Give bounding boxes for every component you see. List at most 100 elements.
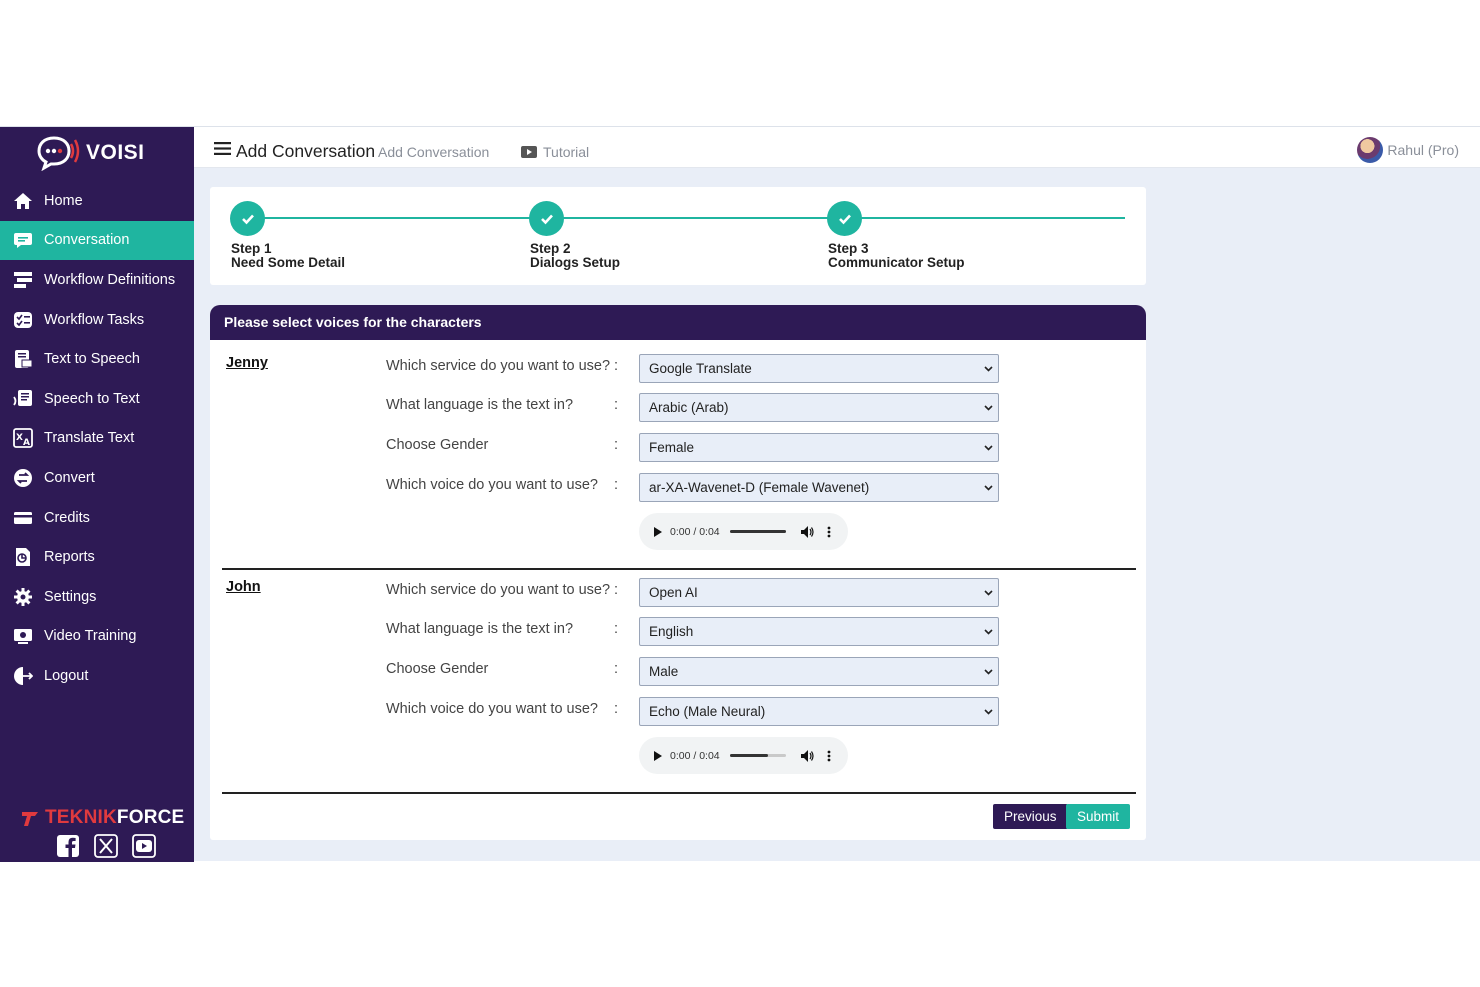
sidebar-item-label: Video Training: [44, 628, 137, 645]
row-label-language: What language is the text in?: [386, 397, 574, 413]
step-title: Dialogs Setup: [530, 255, 621, 270]
row-label-language: What language is the text in?: [386, 621, 574, 637]
svg-text:X: X: [16, 433, 23, 443]
svg-text:A: A: [23, 438, 30, 448]
row-colon: :: [614, 582, 619, 598]
play-icon[interactable]: [653, 750, 662, 761]
step-progress: Step 1 Need Some Detail Step 2 Dialogs S…: [210, 187, 1146, 285]
chevron-down-icon: [984, 445, 993, 451]
reports-icon: [12, 546, 34, 568]
form-heading: Please select voices for the characters: [210, 305, 1146, 340]
chat-icon: [12, 229, 34, 251]
sidebar-item-label: Workflow Definitions: [44, 271, 176, 288]
row-colon: :: [614, 477, 619, 493]
sidebar-item-workflow-tasks[interactable]: Workflow Tasks: [0, 300, 194, 340]
gender-select[interactable]: Male: [639, 657, 999, 686]
volume-level: [729, 754, 768, 757]
sidebar-item-label: Speech to Text: [44, 390, 140, 407]
sidebar-item-conversation[interactable]: Conversation: [0, 220, 194, 261]
x-twitter-icon[interactable]: [94, 834, 118, 858]
chevron-down-icon: [984, 629, 993, 635]
sidebar-item-logout[interactable]: Logout: [0, 656, 194, 696]
gear-icon: [12, 586, 34, 608]
more-options-icon[interactable]: [827, 750, 831, 762]
convert-icon: [12, 467, 34, 489]
tutorial-label: Tutorial: [543, 144, 590, 160]
volume-slider[interactable]: [729, 754, 786, 757]
sidebar-item-label: Reports: [44, 549, 95, 566]
row-colon: :: [614, 621, 619, 637]
sidebar-item-speech-to-text[interactable]: Speech to Text: [0, 379, 194, 419]
play-icon[interactable]: [653, 526, 662, 537]
more-options-icon[interactable]: [827, 526, 831, 538]
workflow-icon: [12, 269, 34, 291]
select-value: Google Translate: [649, 361, 752, 376]
hamburger-menu-icon[interactable]: [214, 142, 231, 155]
audio-player: 0:00 / 0:04: [639, 737, 848, 774]
volume-slider[interactable]: [729, 530, 786, 533]
sidebar-item-workflow-definitions[interactable]: Workflow Definitions: [0, 260, 194, 300]
translate-icon: XA: [12, 427, 34, 449]
chevron-down-icon: [984, 669, 993, 675]
row-colon: :: [614, 701, 619, 717]
sidebar-item-label: Convert: [44, 469, 95, 486]
sidebar-item-settings[interactable]: Settings: [0, 577, 194, 617]
sidebar-nav: Home Conversation Workflow Definitions W…: [0, 181, 194, 696]
voice-select[interactable]: ar-XA-Wavenet-D (Female Wavenet): [639, 473, 999, 502]
select-value: ar-XA-Wavenet-D (Female Wavenet): [649, 480, 870, 495]
row-colon: :: [614, 397, 619, 413]
top-bar: Add Conversation Add Conversation Tutori…: [194, 127, 1480, 168]
step-title: Need Some Detail: [231, 255, 346, 270]
language-select[interactable]: English: [639, 617, 999, 646]
sidebar-item-label: Conversation: [44, 232, 130, 249]
select-value: Open AI: [649, 585, 698, 600]
sidebar-item-translate-text[interactable]: XA Translate Text: [0, 419, 194, 459]
sidebar-item-video-training[interactable]: Video Training: [0, 617, 194, 657]
tasks-icon: [12, 309, 34, 331]
step-connector: [248, 217, 1125, 219]
sidebar-item-label: Workflow Tasks: [44, 311, 145, 328]
service-select[interactable]: Google Translate: [639, 354, 999, 383]
volume-icon[interactable]: [800, 525, 814, 538]
sidebar-item-label: Credits: [44, 509, 90, 526]
sidebar-item-reports[interactable]: Reports: [0, 537, 194, 577]
sidebar-item-credits[interactable]: Credits: [0, 498, 194, 538]
service-select[interactable]: Open AI: [639, 578, 999, 607]
step-2-label: Step 2 Dialogs Setup: [530, 242, 620, 270]
tutorial-link[interactable]: Tutorial: [521, 144, 589, 160]
voisi-logo[interactable]: VOISI: [36, 135, 145, 171]
row-label-gender: Choose Gender: [386, 437, 489, 453]
sidebar-item-text-to-speech[interactable]: Text to Speech: [0, 339, 194, 379]
social-links: [56, 834, 156, 858]
voisi-logo-icon: [37, 136, 80, 171]
home-icon: [12, 190, 34, 212]
submit-button[interactable]: Submit: [1066, 804, 1131, 829]
breadcrumb[interactable]: Add Conversation: [378, 144, 489, 160]
character-name: Jenny: [226, 355, 268, 371]
character-john: John Which service do you want to use? :…: [222, 564, 1136, 794]
gender-select[interactable]: Female: [639, 433, 999, 462]
logo-text: VOISI: [86, 141, 145, 164]
brand-text-white: FORCE: [116, 807, 185, 828]
audio-player: 0:00 / 0:04: [639, 513, 848, 550]
language-select[interactable]: Arabic (Arab): [639, 393, 999, 422]
volume-icon[interactable]: [800, 749, 814, 762]
select-value: Female: [649, 440, 695, 455]
sidebar: VOISI Home Conversation Workflow Definit…: [0, 127, 194, 862]
user-menu[interactable]: Rahul (Pro): [1357, 137, 1459, 163]
sidebar-item-home[interactable]: Home: [0, 181, 194, 221]
teknikforce-logo[interactable]: TEKNIKFORCE: [20, 807, 184, 829]
avatar: [1357, 137, 1384, 163]
youtube-icon[interactable]: [132, 834, 156, 858]
character-name: John: [226, 579, 261, 595]
chevron-down-icon: [984, 405, 993, 411]
previous-button[interactable]: Previous: [993, 804, 1068, 829]
row-colon: :: [614, 661, 619, 677]
facebook-icon[interactable]: [56, 834, 80, 858]
sidebar-item-convert[interactable]: Convert: [0, 458, 194, 498]
teknikforce-logo-icon: [22, 812, 38, 826]
chevron-down-icon: [984, 709, 993, 715]
voice-select[interactable]: Echo (Male Neural): [639, 697, 999, 726]
step-number: Step 1: [231, 241, 272, 256]
audio-time: 0:00 / 0:04: [670, 749, 720, 762]
